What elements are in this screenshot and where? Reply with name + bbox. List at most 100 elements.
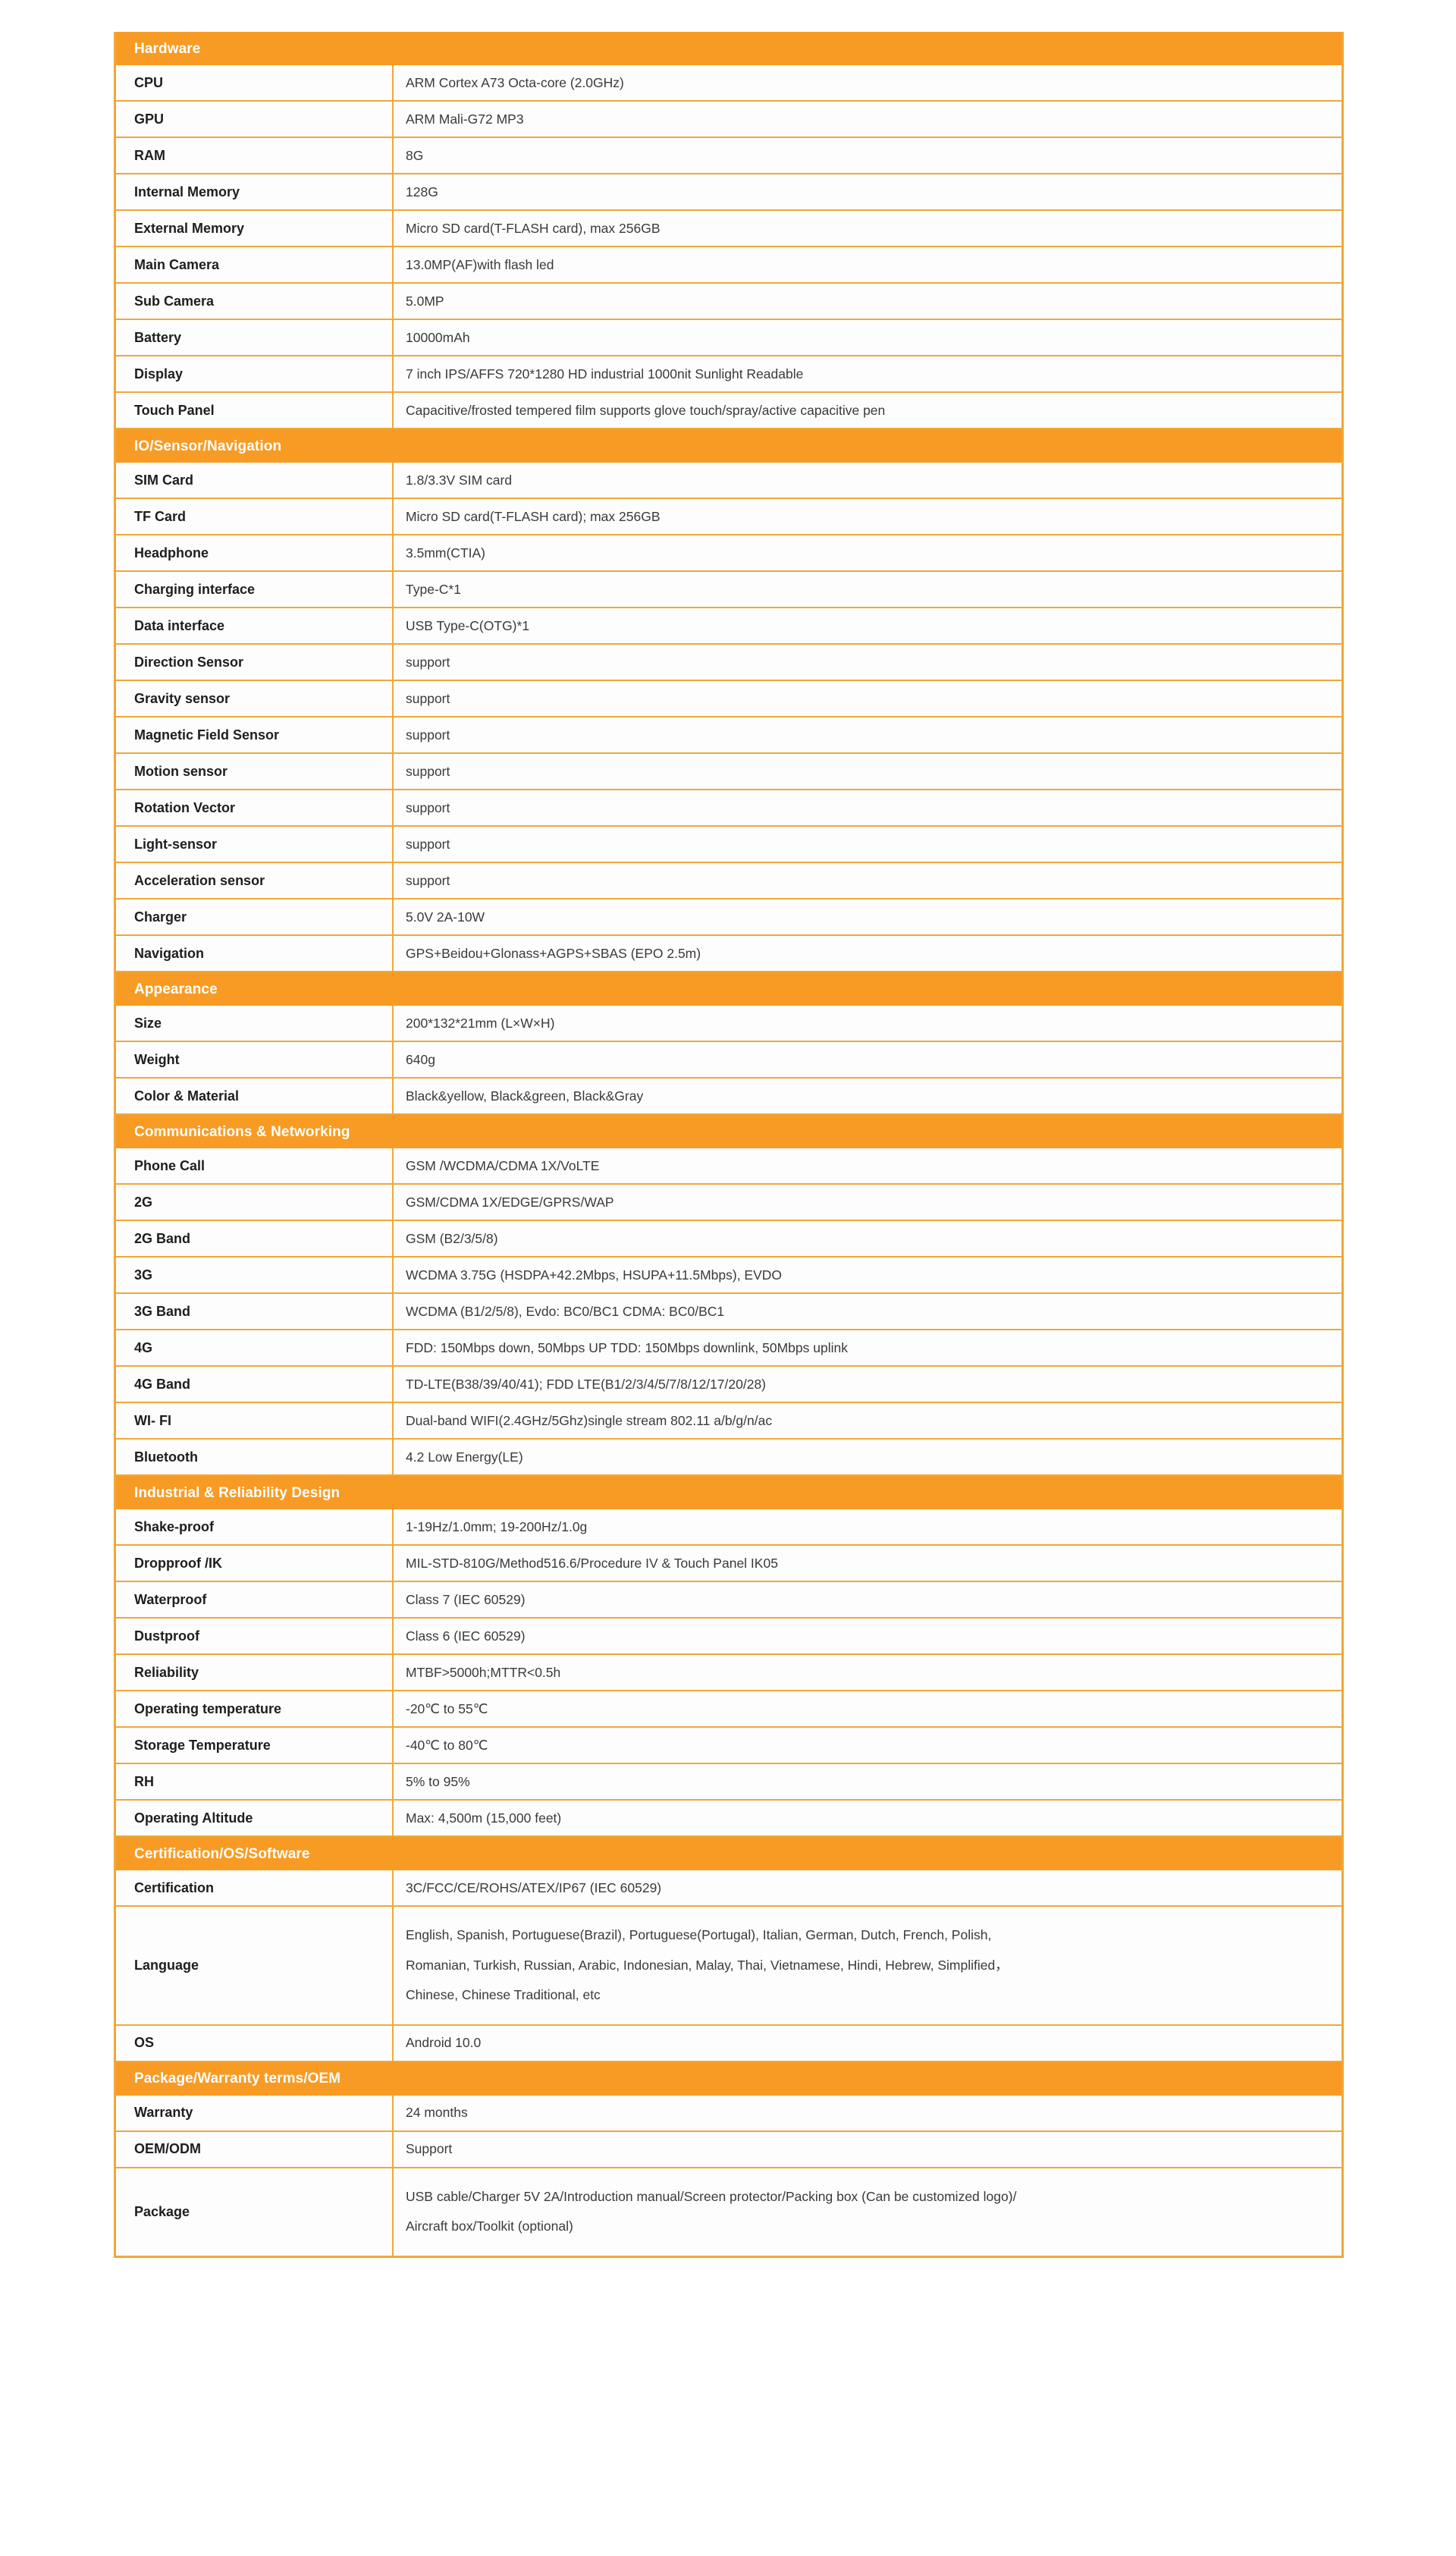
table-row: Rotation Vector support xyxy=(116,790,1341,827)
spec-value: -40℃ to 80℃ xyxy=(394,1728,1341,1763)
spec-value-line: FDD: 150Mbps down, 50Mbps UP TDD: 150Mbp… xyxy=(406,1339,848,1355)
spec-value: 640g xyxy=(394,1042,1341,1077)
spec-label: Reliability xyxy=(116,1655,394,1690)
spec-value-line: Support xyxy=(406,2141,453,2157)
spec-value-line: Class 6 (IEC 60529) xyxy=(406,1628,526,1644)
spec-label: Package xyxy=(116,2168,394,2256)
spec-value: 3.5mm(CTIA) xyxy=(394,535,1341,570)
table-row: Reliability MTBF>5000h;MTTR<0.5h xyxy=(116,1655,1341,1691)
spec-value: MIL-STD-810G/Method516.6/Procedure IV & … xyxy=(394,1546,1341,1581)
spec-label: 2G Band xyxy=(116,1221,394,1256)
spec-label: 4G xyxy=(116,1330,394,1365)
spec-label: SIM Card xyxy=(116,463,394,498)
table-row: Gravity sensor support xyxy=(116,681,1341,718)
spec-value-line: Micro SD card(T-FLASH card), max 256GB xyxy=(406,220,661,236)
spec-value: 5% to 95% xyxy=(394,1764,1341,1799)
spec-value-line: Max: 4,500m (15,000 feet) xyxy=(406,1810,562,1826)
table-row: TF Card Micro SD card(T-FLASH card); max … xyxy=(116,499,1341,535)
spec-label: Sub Camera xyxy=(116,284,394,319)
spec-value: USB cable/Charger 5V 2A/Introduction man… xyxy=(394,2168,1341,2256)
spec-value: 1-19Hz/1.0mm; 19-200Hz/1.0g xyxy=(394,1509,1341,1544)
spec-label: TF Card xyxy=(116,499,394,534)
section-header: Package/Warranty terms/OEM xyxy=(116,2061,1341,2096)
spec-value: Class 7 (IEC 60529) xyxy=(394,1582,1341,1617)
spec-value-line: 24 months xyxy=(406,2105,468,2121)
section-header: Communications & Networking xyxy=(116,1115,1341,1148)
spec-label: Acceleration sensor xyxy=(116,863,394,898)
spec-label: Charger xyxy=(116,900,394,934)
spec-label: Language xyxy=(116,1907,394,2024)
spec-label: Charging interface xyxy=(116,572,394,607)
spec-value-line: Android 10.0 xyxy=(406,2035,482,2051)
spec-label: Touch Panel xyxy=(116,393,394,428)
table-row: Size 200*132*21mm (L×W×H) xyxy=(116,1006,1341,1042)
spec-value-line: 8G xyxy=(406,147,424,163)
table-row: Charger 5.0V 2A-10W xyxy=(116,900,1341,936)
table-row: Light-sensor support xyxy=(116,827,1341,863)
spec-value-line: Romanian, Turkish, Russian, Arabic, Indo… xyxy=(406,1957,1009,1973)
spec-value: Capacitive/frosted tempered film support… xyxy=(394,393,1341,428)
spec-value-line: USB cable/Charger 5V 2A/Introduction man… xyxy=(406,2188,1017,2204)
spec-value-line: support xyxy=(406,872,450,888)
section-header: IO/Sensor/Navigation xyxy=(116,429,1341,463)
table-row: Dropproof /IK MIL-STD-810G/Method516.6/Pr… xyxy=(116,1546,1341,1582)
spec-value: MTBF>5000h;MTTR<0.5h xyxy=(394,1655,1341,1690)
spec-value-line: 4.2 Low Energy(LE) xyxy=(406,1449,523,1465)
spec-value-line: 1.8/3.3V SIM card xyxy=(406,472,513,488)
spec-label: GPU xyxy=(116,102,394,137)
spec-value-line: Type-C*1 xyxy=(406,581,461,597)
table-row: OS Android 10.0 xyxy=(116,2025,1341,2062)
spec-value: support xyxy=(394,718,1341,752)
spec-value-line: Micro SD card(T-FLASH card); max 256GB xyxy=(406,508,661,524)
spec-label: Direction Sensor xyxy=(116,645,394,680)
spec-value: 5.0MP xyxy=(394,284,1341,319)
spec-label: Size xyxy=(116,1006,394,1041)
spec-value-line: GSM/CDMA 1X/EDGE/GPRS/WAP xyxy=(406,1194,614,1210)
table-row: 3G Band WCDMA (B1/2/5/8), Evdo: BC0/BC1 C… xyxy=(116,1294,1341,1330)
table-row: Storage Temperature -40℃ to 80℃ xyxy=(116,1728,1341,1764)
table-row: Touch Panel Capacitive/frosted tempered f… xyxy=(116,393,1341,429)
spec-value-line: 200*132*21mm (L×W×H) xyxy=(406,1015,555,1031)
table-row: Phone Call GSM /WCDMA/CDMA 1X/VoLTE xyxy=(116,1148,1341,1185)
table-row: Sub Camera 5.0MP xyxy=(116,284,1341,320)
table-row: RAM 8G xyxy=(116,138,1341,174)
spec-value: Max: 4,500m (15,000 feet) xyxy=(394,1801,1341,1835)
table-row: Package USB cable/Charger 5V 2A/Introduct… xyxy=(116,2168,1341,2258)
spec-value-line: support xyxy=(406,690,450,706)
spec-label: Dustproof xyxy=(116,1619,394,1653)
table-row: Warranty 24 months xyxy=(116,2095,1341,2132)
spec-label: Weight xyxy=(116,1042,394,1077)
spec-value-line: Aircraft box/Toolkit (optional) xyxy=(406,2218,573,2234)
spec-value-line: WCDMA (B1/2/5/8), Evdo: BC0/BC1 CDMA: BC… xyxy=(406,1303,725,1319)
spec-value: support xyxy=(394,681,1341,716)
table-row: Battery 10000mAh xyxy=(116,320,1341,356)
spec-value: FDD: 150Mbps down, 50Mbps UP TDD: 150Mbp… xyxy=(394,1330,1341,1365)
spec-value: GPS+Beidou+Glonass+AGPS+SBAS (EPO 2.5m) xyxy=(394,936,1341,971)
spec-value-line: 10000mAh xyxy=(406,329,470,345)
spec-value-line: Class 7 (IEC 60529) xyxy=(406,1591,526,1607)
spec-value-line: 1-19Hz/1.0mm; 19-200Hz/1.0g xyxy=(406,1518,588,1534)
spec-value: 8G xyxy=(394,138,1341,173)
spec-value: Black&yellow, Black&green, Black&Gray xyxy=(394,1079,1341,1113)
spec-label: Color & Material xyxy=(116,1079,394,1113)
spec-label: Dropproof /IK xyxy=(116,1546,394,1581)
spec-value: 128G xyxy=(394,174,1341,209)
spec-value-line: Black&yellow, Black&green, Black&Gray xyxy=(406,1088,644,1104)
spec-value-line: ARM Mali-G72 MP3 xyxy=(406,111,524,127)
spec-value-line: 13.0MP(AF)with flash led xyxy=(406,256,554,272)
table-row: Direction Sensor support xyxy=(116,645,1341,681)
spec-value-line: 7 inch IPS/AFFS 720*1280 HD industrial 1… xyxy=(406,366,804,382)
table-row: 3G WCDMA 3.75G (HSDPA+42.2Mbps, HSUPA+11.… xyxy=(116,1258,1341,1294)
section-header: Industrial & Reliability Design xyxy=(116,1476,1341,1509)
spec-label: Internal Memory xyxy=(116,174,394,209)
spec-value: ARM Cortex A73 Octa-core (2.0GHz) xyxy=(394,65,1341,100)
spec-value: -20℃ to 55℃ xyxy=(394,1691,1341,1726)
spec-label: Gravity sensor xyxy=(116,681,394,716)
spec-value: GSM (B2/3/5/8) xyxy=(394,1221,1341,1256)
spec-label: Motion sensor xyxy=(116,754,394,789)
spec-label: 4G Band xyxy=(116,1367,394,1402)
spec-label: Light-sensor xyxy=(116,827,394,862)
table-row: SIM Card 1.8/3.3V SIM card xyxy=(116,463,1341,499)
table-row: Display 7 inch IPS/AFFS 720*1280 HD indus… xyxy=(116,356,1341,393)
table-row: Waterproof Class 7 (IEC 60529) xyxy=(116,1582,1341,1619)
